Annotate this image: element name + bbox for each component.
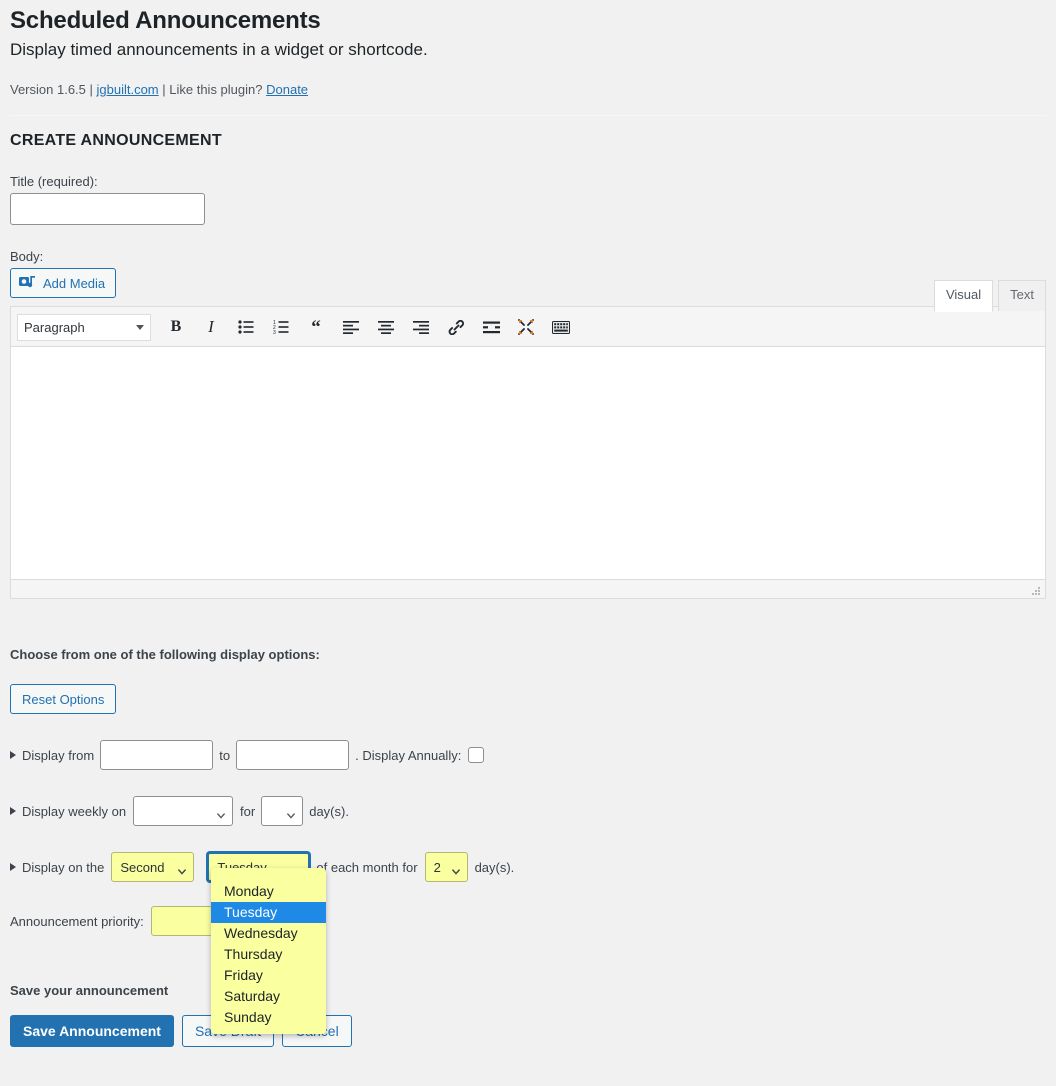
display-options-heading: Choose from one of the following display… [10,647,320,663]
weekly-for-label: for [240,803,256,819]
align-right-icon[interactable] [406,313,436,341]
align-left-icon[interactable] [336,313,366,341]
save-heading: Save your announcement [10,983,169,999]
svg-text:3: 3 [273,330,276,334]
dropdown-option-thursday[interactable]: Thursday [211,944,326,965]
italic-icon[interactable]: I [196,313,226,341]
version-text: Version 1.6.5 | [10,81,93,97]
create-announcement-heading: CREATE ANNOUNCEMENT [10,132,222,150]
chevron-down-icon [287,808,296,820]
editor-tabs: Visual Text [929,280,1046,312]
like-text: | Like this plugin? [162,81,263,97]
insert-link-icon[interactable] [441,313,471,341]
expand-arrow-icon[interactable] [10,863,16,872]
announcement-priority-label: Announcement priority: [10,913,144,929]
chevron-down-icon [178,864,187,876]
reset-options-button[interactable]: Reset Options [10,684,117,715]
dropdown-option-tuesday[interactable]: Tuesday [211,902,326,923]
display-monthly-label: Display on the [22,859,105,875]
display-from-label: Display from [22,747,95,763]
display-from-input[interactable] [100,740,214,771]
dropdown-option-saturday[interactable]: Saturday [211,986,326,1007]
display-to-label: to [219,747,231,763]
display-annually-checkbox[interactable] [468,747,485,764]
editor-wrapper: Visual Text Paragraph B I 1 2 3 “ [10,280,1046,600]
dropdown-option-sunday[interactable]: Sunday [211,1007,326,1028]
dropdown-option-wednesday[interactable]: Wednesday [211,923,326,944]
add-media-button[interactable]: Add Media [10,268,117,299]
announcement-priority-select[interactable] [150,906,213,937]
title-label: Title (required): [10,174,98,190]
weekly-count-select[interactable] [261,796,304,827]
monthly-ordinal-select[interactable]: Second [111,852,195,883]
dropdown-option-friday[interactable]: Friday [211,965,326,986]
page-title: Scheduled Announcements [10,7,321,34]
monthly-count-select[interactable]: 2 [424,852,468,883]
site-link[interactable]: jgbuilt.com [97,82,159,97]
monthly-days-suffix: day(s). [474,859,515,875]
tab-text[interactable]: Text [998,280,1046,311]
monthly-middle-label: of each month for [316,859,418,875]
weekly-day-select[interactable] [133,796,234,827]
expand-arrow-icon[interactable] [10,807,16,816]
align-center-icon[interactable] [371,313,401,341]
chevron-down-icon [217,808,225,820]
blockquote-icon[interactable]: “ [301,313,331,341]
editor-status-bar [10,579,1046,600]
expand-arrow-icon[interactable] [10,751,16,760]
save-announcement-button[interactable]: Save Announcement [10,1015,174,1048]
numbered-list-icon[interactable]: 1 2 3 [266,313,296,341]
option-row-weekly: Display weekly on for day(s). [10,796,1046,827]
title-input[interactable] [10,193,205,226]
option-row-date-range: Display from to . Display Annually: [10,740,1046,771]
resize-handle-icon[interactable] [1030,584,1042,596]
save-button-row: Save Announcement Save Draft Cancel [10,1015,1046,1048]
insert-read-more-icon[interactable] [476,313,506,341]
add-media-icon [19,275,37,291]
editor-toolbar: Paragraph B I 1 2 3 “ [10,306,1046,347]
dropdown-option-monday[interactable]: Monday [211,881,326,902]
monthly-day-dropdown-list[interactable]: Monday Tuesday Wednesday Thursday Friday… [211,868,326,1034]
donate-link[interactable]: Donate [266,82,308,97]
option-row-monthly: Display on the Second Tuesday of each mo… [10,852,1046,883]
monthly-ordinal-value: Second [120,859,165,875]
add-media-label: Add Media [43,275,106,291]
paragraph-format-value: Paragraph [24,319,85,335]
header-divider [10,115,1046,117]
admin-page: Scheduled Announcements Display timed an… [0,0,1056,1086]
chevron-down-icon [136,324,144,330]
display-to-input[interactable] [236,740,350,771]
weekly-days-suffix: day(s). [309,803,349,819]
editor-content-area[interactable] [10,346,1046,580]
tab-visual[interactable]: Visual [933,280,994,312]
bold-icon[interactable]: B [161,313,191,341]
fullscreen-icon[interactable] [511,313,541,341]
page-subtitle: Display timed announcements in a widget … [10,40,428,60]
body-label: Body: [10,249,44,265]
display-annually-label: . Display Annually: [355,747,462,763]
paragraph-format-select[interactable]: Paragraph [17,313,151,341]
keyboard-shortcuts-icon[interactable] [546,313,576,341]
plugin-meta: Version 1.6.5 | jgbuilt.com | Like this … [10,80,1046,100]
display-weekly-label: Display weekly on [22,803,127,819]
bulleted-list-icon[interactable] [231,313,261,341]
option-row-priority: Announcement priority: [10,906,1046,937]
monthly-count-value: 2 [433,859,441,875]
chevron-down-icon [451,864,460,876]
